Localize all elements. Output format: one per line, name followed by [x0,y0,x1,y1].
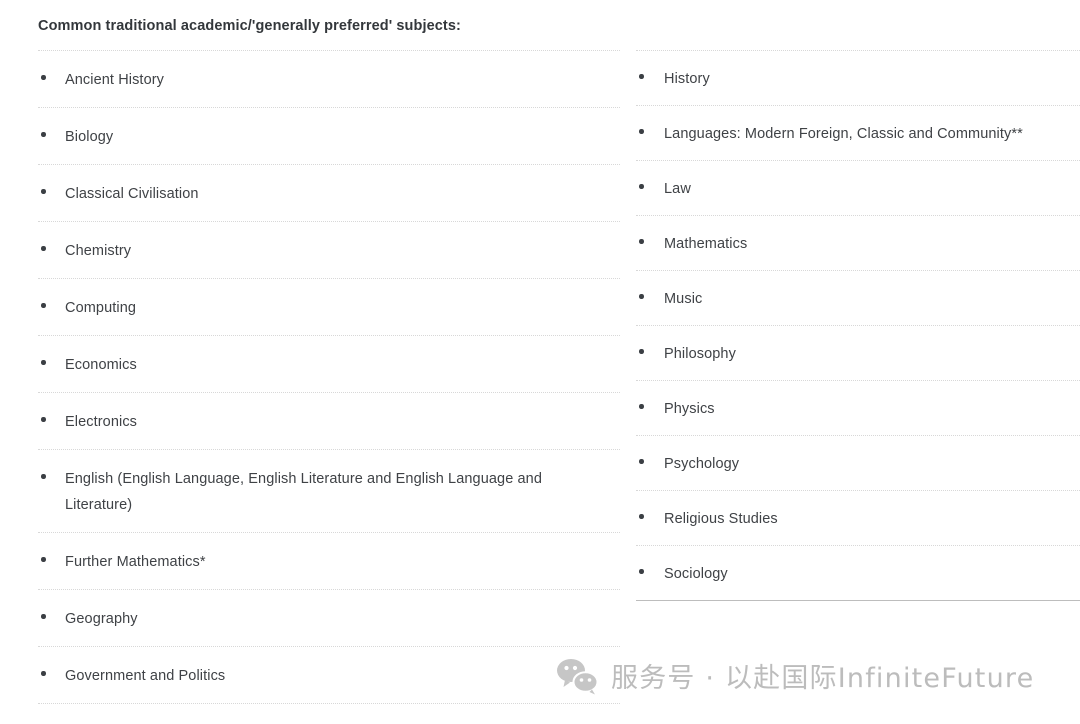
list-item-label: Languages: Modern Foreign, Classic and C… [664,126,1023,142]
list-end-divider [636,600,1080,601]
list-item-label: Religious Studies [664,511,778,527]
list-item: Classical Civilisation [38,165,620,221]
bullet-icon [636,67,664,79]
list-item-label: Classical Civilisation [65,186,199,202]
list-item: English (English Language, English Liter… [38,450,620,532]
bullet-icon [636,122,664,134]
list-item-label: Geography [65,611,138,627]
list-item-label: Sociology [664,566,728,582]
bullet-icon [636,232,664,244]
bullet-icon [38,664,65,676]
bullet-icon [38,182,65,194]
list-item: Economics [38,336,620,392]
bullet-icon [636,287,664,299]
list-item-label: Ancient History [65,72,165,88]
bullet-icon [38,68,65,80]
list-item: Biology [38,108,620,164]
list-end-divider [38,703,620,704]
list-item-label: History [664,71,710,87]
bullet-icon [38,550,65,562]
bullet-icon [636,177,664,189]
list-item-label: Biology [65,129,114,145]
list-item: Sociology [636,546,1080,600]
subject-column-left: Ancient History Biology Classical Civilisa… [38,50,620,704]
bullet-icon [38,296,65,308]
list-item-label: Law [664,181,691,197]
list-item-label: Computing [65,300,137,316]
list-item-label: Economics [65,357,137,373]
list-item-label: English (English Language, English Liter… [65,471,542,513]
list-item-label: Electronics [65,414,138,430]
list-item: Languages: Modern Foreign, Classic and C… [636,106,1080,160]
list-item-label: Chemistry [65,243,132,259]
bullet-icon [636,397,664,409]
list-item: Further Mathematics* [38,533,620,589]
bullet-icon [636,342,664,354]
subject-column-right: History Languages: Modern Foreign, Classi… [636,50,1080,601]
list-item: Government and Politics [38,647,620,703]
list-item-label: Further Mathematics* [65,554,206,570]
list-item-label: Psychology [664,456,740,472]
list-item-label: Music [664,291,703,307]
list-item: Law [636,161,1080,215]
list-item: Geography [38,590,620,646]
bullet-icon [38,239,65,251]
bullet-icon [38,467,65,479]
subject-list-page: Common traditional academic/'generally p… [0,0,1080,724]
list-item: Electronics [38,393,620,449]
watermark-text: 服务号 · 以赴国际InfiniteFuture [611,663,1035,694]
page-title: Common traditional academic/'generally p… [38,18,461,34]
bullet-icon [636,507,664,519]
watermark: 服务号 · 以赴国际InfiniteFuture [556,656,1034,695]
bullet-icon [38,607,65,619]
bullet-icon [38,410,65,422]
list-item: History [636,51,1080,105]
list-item: Music [636,271,1080,325]
list-item: Physics [636,381,1080,435]
list-item: Religious Studies [636,491,1080,545]
list-item: Computing [38,279,620,335]
list-item-label: Physics [664,401,715,417]
bullet-icon [38,125,65,137]
bullet-icon [38,353,65,365]
list-item-label: Government and Politics [65,668,226,684]
bullet-icon [636,562,664,574]
list-item: Philosophy [636,326,1080,380]
list-item-label: Mathematics [664,236,748,252]
list-item: Ancient History [38,51,620,107]
bullet-icon [636,452,664,464]
list-item: Mathematics [636,216,1080,270]
list-item: Chemistry [38,222,620,278]
list-item: Psychology [636,436,1080,490]
list-item-label: Philosophy [664,346,736,362]
